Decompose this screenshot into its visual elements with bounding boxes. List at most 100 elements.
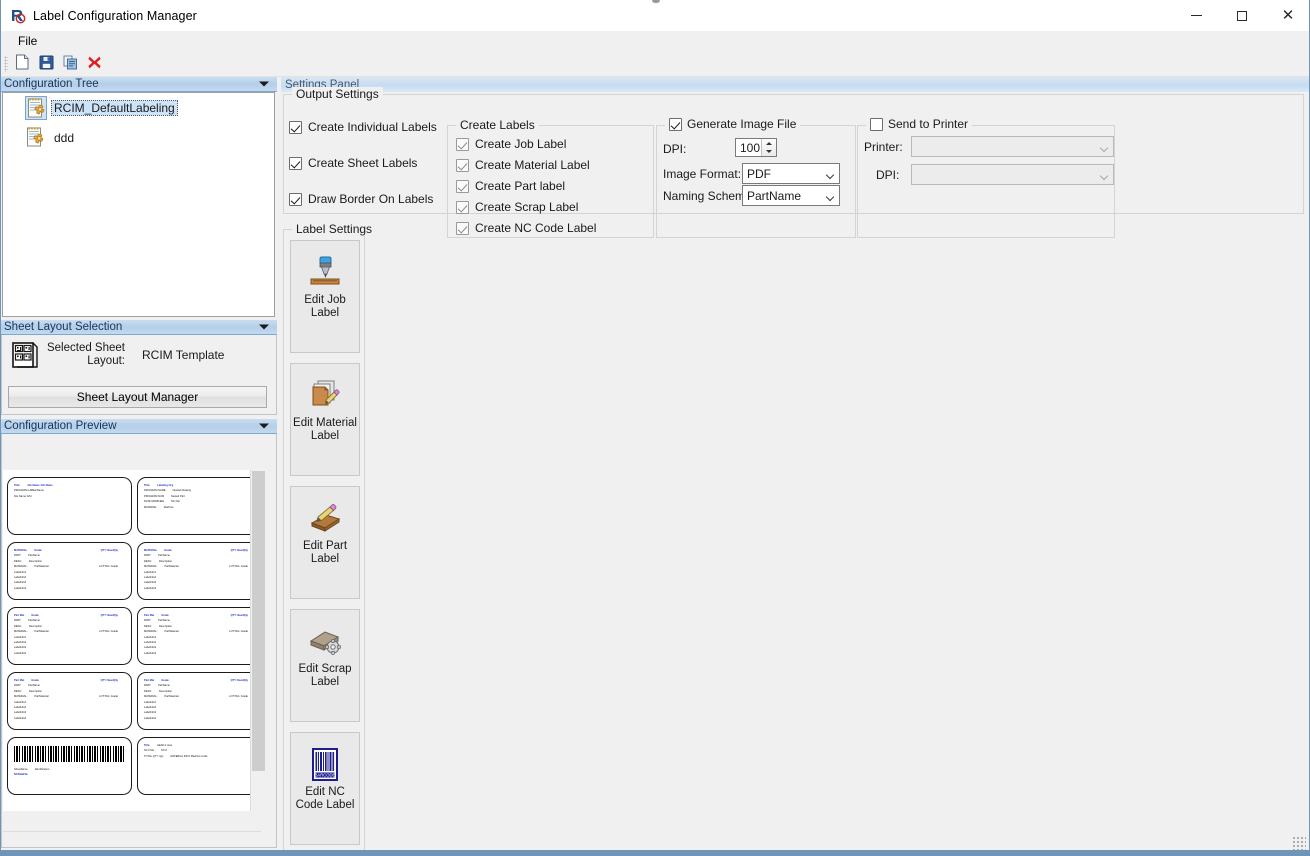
chevron-down-icon[interactable] [259, 82, 269, 87]
naming-scheme-select[interactable]: PartName [742, 185, 840, 206]
label-preview-text: LabelInfo4 [14, 651, 26, 656]
checkbox-create-sheet-labels[interactable]: Create Sheet Labels [289, 156, 417, 170]
checkbox-label: Create Part label [475, 179, 565, 193]
checkbox-create-individual-labels[interactable]: Create Individual Labels [289, 120, 437, 134]
window-bottom-border [1, 850, 1310, 855]
checkbox-icon [669, 118, 682, 131]
selected-sheet-layout-label: Selected Sheet Layout: [45, 341, 125, 368]
material-label-icon [306, 378, 344, 414]
delete-button[interactable] [83, 53, 105, 75]
nc-code-label-icon: BARCODE [306, 747, 344, 783]
checkbox-create-nc-code-label[interactable]: Create NC Code Label [456, 221, 596, 235]
checkbox-wrap [870, 118, 883, 131]
printer-label: Printer: [864, 140, 903, 154]
edit-material-label-button[interactable]: Edit Material Label [290, 363, 360, 476]
dpi-label: DPI: [663, 142, 686, 156]
minimize-icon [1191, 15, 1202, 16]
sheet-layout-body: Selected Sheet Layout: RCIM Template She… [1, 335, 277, 415]
checkbox-create-material-label[interactable]: Create Material Label [456, 158, 590, 172]
label-preview-line: LabelInfo4 [144, 586, 255, 591]
app-logo-icon [10, 8, 26, 24]
configuration-tree[interactable]: RCIM_DefaultLabeling ddd [2, 92, 275, 317]
label-preview-line: LabelInfo4 [14, 651, 125, 656]
settings-panel: Settings Panel Output Settings Create In… [281, 77, 1310, 849]
sheet-layout-title: Sheet Layout Selection [4, 321, 122, 333]
create-labels-title: Create Labels [456, 118, 539, 132]
label-preview-text: PartMaterial [165, 629, 179, 634]
save-button[interactable] [35, 53, 57, 75]
stepper-arrows[interactable] [761, 139, 776, 156]
printer-select[interactable] [911, 136, 1114, 157]
checkbox-icon [870, 118, 883, 131]
tree-node-rcim-defaultlabeling[interactable]: RCIM_DefaultLabeling [3, 93, 274, 123]
label-preview-text: LOTTAG: Grade [229, 629, 248, 634]
copy-button[interactable] [59, 53, 81, 75]
label-preview-text: PartMaterial [165, 694, 179, 699]
edit-part-label-button[interactable]: Edit Part Label [290, 486, 360, 599]
chevron-down-icon[interactable] [259, 325, 269, 330]
label-preview-text: Identification [35, 767, 50, 772]
send-to-printer-group: Send to Printer Printer: DPI: [857, 125, 1115, 238]
window-title: Label Configuration Manager [33, 9, 197, 23]
label-preview-text: QTY: NeedQty [231, 548, 248, 553]
label-preview-text: MATERIAL [144, 505, 157, 510]
checkbox-generate-image-file[interactable]: Generate Image File [665, 117, 800, 131]
label-preview-line: LabelInfo4 [144, 716, 255, 721]
close-button[interactable]: ✕ [1265, 0, 1310, 31]
label-preview-text: QTY: NeedQty [231, 613, 248, 618]
toolbar-grip[interactable] [4, 56, 8, 72]
label-preview-text: PartMaterial [165, 564, 179, 569]
preview-vertical-scrollbar[interactable] [250, 470, 265, 811]
checkbox-draw-border-on-labels[interactable]: Draw Border On Labels [289, 192, 433, 206]
checkbox-label: Create Sheet Labels [308, 156, 417, 170]
image-format-select[interactable]: PDF [742, 163, 840, 184]
checkbox-send-to-printer[interactable]: Send to Printer [866, 117, 972, 131]
preview-horizontal-scrollbar[interactable] [3, 831, 261, 846]
configuration-preview-panel: Configuration Preview Title:Job Name Job… [1, 419, 277, 849]
toolbar [1, 51, 1310, 77]
part-label-icon [306, 501, 344, 537]
label-settings-title: Label Settings [292, 222, 376, 236]
delete-icon [87, 55, 102, 73]
sheet-layout-icon [11, 341, 39, 369]
resize-grip[interactable] [1292, 836, 1306, 850]
checkbox-create-part-label[interactable]: Create Part label [456, 179, 565, 193]
tree-node-label: ddd [51, 130, 77, 146]
menu-item-file[interactable]: File [9, 32, 46, 50]
checkbox-icon [456, 201, 469, 214]
preview-canvas[interactable]: Title:Job Name Job NamePROGRAM LABEL/Nam… [3, 470, 261, 811]
checkbox-wrap [669, 118, 682, 131]
edit-nc-code-label-button[interactable]: BARCODE Edit NC Code Label [290, 732, 360, 845]
minimize-button[interactable] [1173, 0, 1219, 31]
scrollbar-thumb[interactable] [252, 471, 265, 771]
checkbox-icon [289, 193, 302, 206]
edit-scrap-label-button[interactable]: Edit Scrap Label [290, 609, 360, 722]
label-preview-text: MATERIAL INFO Machine Code [170, 754, 207, 759]
label-preview-text: File Name: ESI [14, 494, 31, 499]
checkbox-icon [289, 121, 302, 134]
config-node-icon [25, 126, 47, 150]
label-preview-line: TOTAL QTY: QtyMATERIAL INFO Machine Code [144, 754, 255, 759]
checkbox-label: Create Scrap Label [475, 200, 578, 214]
chevron-down-icon [1096, 145, 1113, 149]
dpi-stepper[interactable]: 100 [735, 138, 777, 157]
edit-material-label-text: Edit Material Label [291, 417, 359, 443]
label-preview-text: LOTTAG: Grade [99, 564, 118, 569]
chevron-down-icon[interactable] [259, 424, 269, 429]
label-preview-text: LOTTAG: Grade [229, 564, 248, 569]
sheet-layout-manager-button[interactable]: Sheet Layout Manager [8, 386, 267, 408]
tree-node-ddd[interactable]: ddd [3, 123, 274, 153]
label-preview-text: PartMaterial [35, 564, 49, 569]
checkbox-create-job-label[interactable]: Create Job Label [456, 137, 566, 151]
label-preview-text: QTY: NeedQty [101, 548, 118, 553]
stepper-up-icon[interactable] [762, 139, 776, 148]
label-settings-group: Label Settings Edit Job Label [283, 229, 365, 856]
printer-dpi-select[interactable] [911, 164, 1114, 185]
edit-nc-code-label-text: Edit NC Code Label [291, 786, 359, 812]
maximize-button[interactable] [1219, 0, 1265, 31]
new-button[interactable] [11, 53, 33, 75]
stepper-down-icon[interactable] [762, 148, 776, 157]
label-preview-line: File Name: ESI [14, 494, 125, 499]
checkbox-create-scrap-label[interactable]: Create Scrap Label [456, 200, 578, 214]
edit-job-label-button[interactable]: Edit Job Label [290, 240, 360, 353]
